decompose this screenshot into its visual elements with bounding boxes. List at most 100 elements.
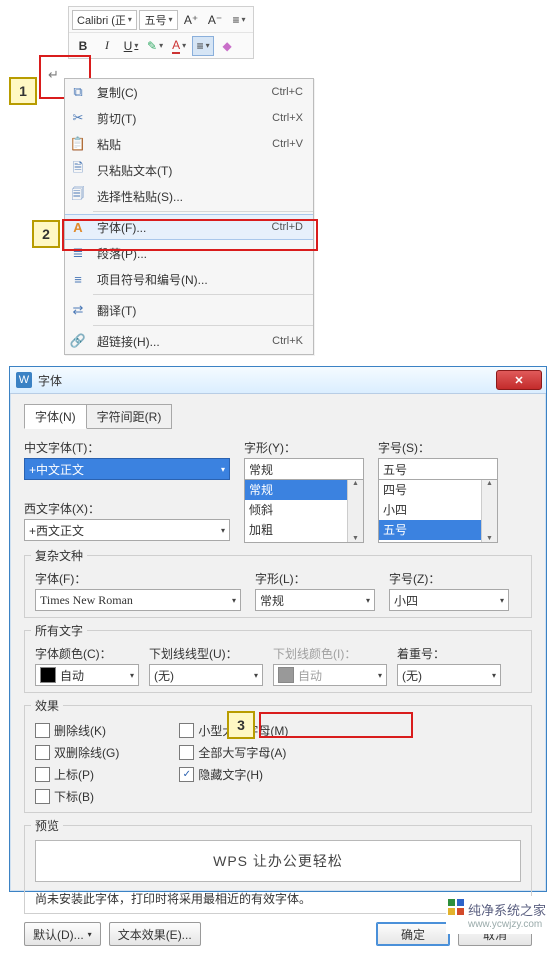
link-icon: 🔗	[65, 333, 91, 349]
en-font-select[interactable]: +西文正文▾	[24, 519, 230, 541]
list-item[interactable]: 五号	[379, 520, 497, 540]
italic-button[interactable]: I	[96, 36, 118, 56]
preview-box: WPS 让办公更轻松	[35, 840, 521, 882]
callout-1: 1	[9, 77, 37, 105]
font-name-combo[interactable]: Calibri (正▾	[72, 10, 137, 30]
defaults-button[interactable]: 默认(D)...▾	[24, 922, 101, 946]
menu-paste[interactable]: 📋粘贴Ctrl+V	[65, 131, 313, 157]
hidden-checkbox[interactable]: ✓隐藏文字(H)	[179, 764, 288, 784]
complex-font-label: 字体(F)：	[35, 570, 241, 587]
chevron-down-icon: ▾	[500, 596, 504, 605]
chevron-down-icon: ▾	[366, 596, 370, 605]
menu-shortcut: Ctrl+C	[272, 86, 313, 98]
bold-button[interactable]: B	[72, 36, 94, 56]
menu-separator	[93, 211, 313, 212]
size-label: 字号(S)：	[378, 439, 498, 456]
context-menu: ⧉复制(C)Ctrl+C ✂剪切(T)Ctrl+X 📋粘贴Ctrl+V 🗎只粘贴…	[64, 78, 314, 355]
ok-button[interactable]: 确定	[376, 922, 450, 946]
dialog-titlebar: W 字体 ✕	[10, 367, 546, 394]
emphasis-label: 着重号：	[397, 645, 501, 662]
copy-icon: ⧉	[65, 84, 91, 100]
group-title: 预览	[31, 817, 63, 834]
font-color-button[interactable]: A	[168, 36, 190, 56]
complex-size-select[interactable]: 小四▾	[389, 589, 509, 611]
list-item[interactable]: 倾斜	[245, 500, 363, 520]
paragraph-mark-icon: ↵	[48, 67, 59, 83]
menu-translate[interactable]: ⇄翻译(T)	[65, 297, 313, 323]
tab-font[interactable]: 字体(N)	[24, 404, 87, 429]
justify-button[interactable]: ≡	[192, 36, 214, 56]
emphasis-select[interactable]: (无)▾	[397, 664, 501, 686]
subscript-checkbox[interactable]: 下标(B)	[35, 786, 119, 806]
list-item[interactable]: 四号	[379, 480, 497, 500]
callout-2: 2	[32, 220, 60, 248]
list-item[interactable]: 常规	[245, 480, 363, 500]
chevron-down-icon: ▾	[130, 671, 134, 680]
highlight-box-2	[62, 219, 318, 251]
list-item[interactable]: 小四	[379, 500, 497, 520]
color-select[interactable]: 自动▾	[35, 664, 139, 686]
style-input[interactable]: 常规	[244, 458, 364, 479]
size-input[interactable]: 五号	[378, 458, 498, 479]
size-listbox[interactable]: 四号 小四 五号	[378, 479, 498, 543]
paste-text-icon: 🗎	[65, 159, 91, 181]
allcaps-checkbox[interactable]: 全部大写字母(A)	[179, 742, 288, 762]
underline-button[interactable]: U	[120, 36, 142, 56]
complex-size-label: 字号(Z)：	[389, 570, 509, 587]
font-dialog: W 字体 ✕ 字体(N) 字符间距(R) 中文字体(T)： +中文正文▾ 西文字…	[9, 366, 547, 892]
text-effects-button[interactable]: 文本效果(E)...	[109, 922, 201, 946]
font-size-value: 五号	[144, 12, 166, 28]
scrollbar[interactable]	[347, 480, 363, 542]
highlight-button[interactable]: ✎	[144, 36, 166, 56]
menu-paste-special[interactable]: 🗐选择性粘贴(S)...	[65, 183, 313, 209]
group-title: 复杂文种	[31, 547, 87, 564]
menu-separator	[93, 325, 313, 326]
chevron-down-icon: ▾	[168, 15, 172, 24]
chevron-down-icon: ▾	[221, 526, 225, 535]
line-spacing-button[interactable]: ≡	[228, 10, 250, 30]
menu-bullets[interactable]: ≡项目符号和编号(N)...	[65, 266, 313, 292]
chevron-down-icon: ▾	[378, 671, 382, 680]
shrink-font-button[interactable]: A⁻	[204, 10, 226, 30]
dialog-title: 字体	[38, 372, 62, 389]
cn-font-label: 中文字体(T)：	[24, 439, 230, 456]
font-size-combo[interactable]: 五号▾	[139, 10, 178, 30]
complex-font-select[interactable]: Times New Roman▾	[35, 589, 241, 611]
style-listbox[interactable]: 常规 倾斜 加粗	[244, 479, 364, 543]
translate-icon: ⇄	[65, 302, 91, 318]
cut-icon: ✂	[65, 110, 91, 126]
paste-icon: 📋	[65, 136, 91, 152]
tab-spacing[interactable]: 字符间距(R)	[86, 404, 173, 429]
menu-separator	[93, 294, 313, 295]
superscript-checkbox[interactable]: 上标(P)	[35, 764, 119, 784]
scrollbar[interactable]	[481, 480, 497, 542]
grow-font-button[interactable]: A⁺	[180, 10, 202, 30]
underline-select[interactable]: (无)▾	[149, 664, 263, 686]
style-label: 字形(Y)：	[244, 439, 364, 456]
complex-group: 复杂文种 字体(F)： Times New Roman▾ 字形(L)： 常规▾ …	[24, 555, 532, 618]
list-item[interactable]: 加粗	[245, 520, 363, 540]
color-swatch-icon	[278, 667, 294, 683]
chevron-down-icon: ▾	[254, 671, 258, 680]
menu-copy[interactable]: ⧉复制(C)Ctrl+C	[65, 79, 313, 105]
complex-style-select[interactable]: 常规▾	[255, 589, 375, 611]
menu-label: 复制(C)	[91, 84, 272, 101]
chevron-down-icon: ▾	[232, 596, 236, 605]
en-font-label: 西文字体(X)：	[24, 500, 230, 517]
menu-paste-text[interactable]: 🗎只粘贴文本(T)	[65, 157, 313, 183]
mini-toolbar: Calibri (正▾ 五号▾ A⁺ A⁻ ≡ B I U ✎ A ≡ ◆	[68, 6, 254, 59]
tab-strip: 字体(N) 字符间距(R)	[24, 404, 532, 429]
underline-label: 下划线线型(U)：	[149, 645, 263, 662]
complex-style-label: 字形(L)：	[255, 570, 375, 587]
menu-hyperlink[interactable]: 🔗超链接(H)...Ctrl+K	[65, 328, 313, 354]
format-painter-button[interactable]: ◆	[216, 36, 238, 56]
double-strike-checkbox[interactable]: 双删除线(G)	[35, 742, 119, 762]
list-icon: ≡	[65, 272, 91, 287]
strike-checkbox[interactable]: 删除线(K)	[35, 720, 119, 740]
logo-icon	[448, 899, 464, 915]
close-button[interactable]: ✕	[496, 370, 542, 390]
color-label: 字体颜色(C)：	[35, 645, 139, 662]
paste-special-icon: 🗐	[65, 185, 91, 207]
cn-font-select[interactable]: +中文正文▾	[24, 458, 230, 480]
menu-cut[interactable]: ✂剪切(T)Ctrl+X	[65, 105, 313, 131]
